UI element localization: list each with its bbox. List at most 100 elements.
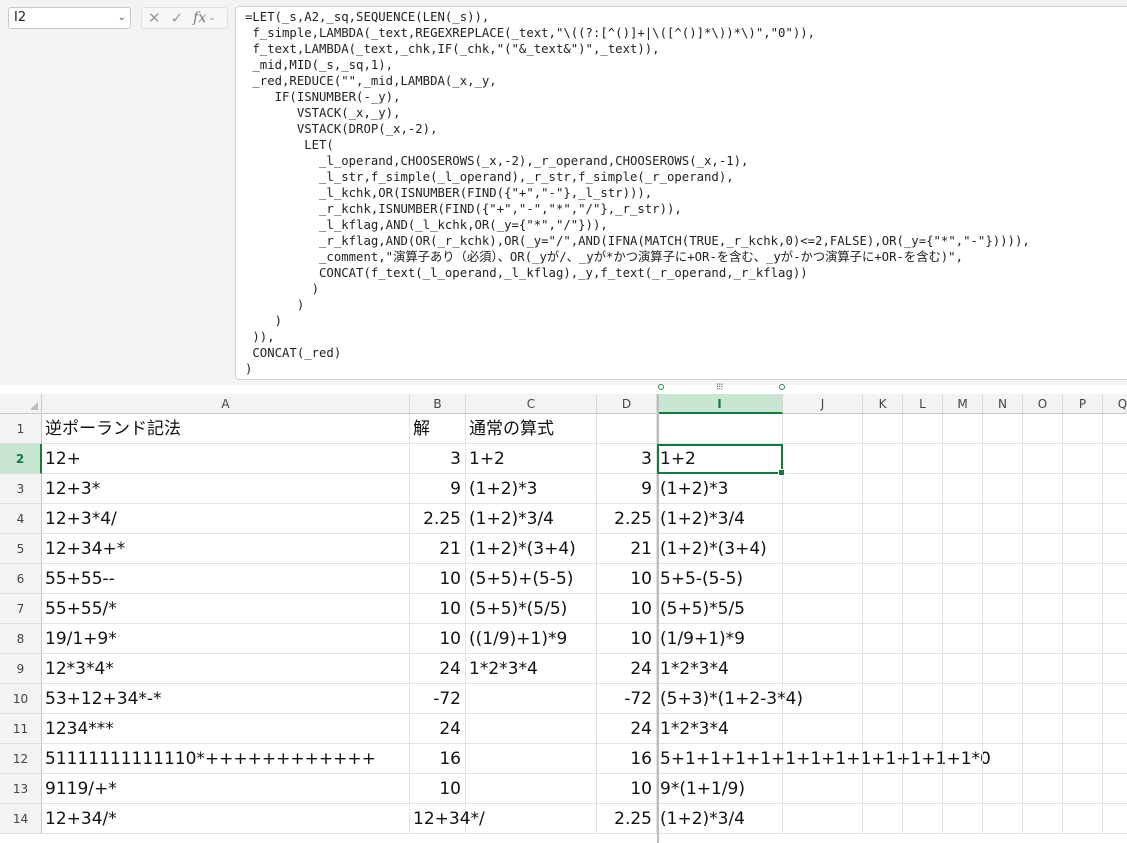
cell-o[interactable] — [1023, 444, 1063, 474]
cell-c[interactable] — [466, 714, 597, 744]
cell-l[interactable] — [903, 684, 943, 714]
cell-i[interactable]: (1+2)*(3+4) — [657, 534, 783, 564]
row-header[interactable]: 2 — [0, 444, 42, 474]
cell-i[interactable]: (1+2)*3/4 — [657, 804, 783, 834]
cell-l[interactable] — [903, 504, 943, 534]
cell-i[interactable]: (1/9+1)*9 — [657, 624, 783, 654]
cell-n[interactable] — [983, 414, 1023, 444]
cell-a[interactable]: 12+34+* — [42, 534, 410, 564]
cell-i[interactable]: (5+3)*(1+2-3*4) — [657, 684, 803, 714]
cell-o[interactable] — [1023, 684, 1063, 714]
cell-p[interactable] — [1063, 444, 1103, 474]
cell-m[interactable] — [943, 414, 983, 444]
cell-q[interactable] — [1103, 504, 1127, 534]
cell-d[interactable] — [597, 414, 657, 444]
cell-p[interactable] — [1063, 504, 1103, 534]
cell-b[interactable]: 12+34*/ — [410, 804, 485, 834]
column-header-c[interactable]: C — [466, 394, 597, 414]
cell-k[interactable] — [863, 414, 903, 444]
cell-j[interactable] — [783, 474, 863, 504]
cell-p[interactable] — [1063, 414, 1103, 444]
cell-o[interactable] — [1023, 504, 1063, 534]
cell-a[interactable]: 逆ポーランド記法 — [42, 414, 410, 444]
cell-i[interactable]: 5+5-(5-5) — [657, 564, 783, 594]
cell-l[interactable] — [903, 444, 943, 474]
drag-dots-icon[interactable]: ⁝⁝⁝ — [716, 382, 723, 393]
cell-m[interactable] — [943, 744, 983, 774]
cell-n[interactable] — [983, 564, 1023, 594]
column-header-b[interactable]: B — [410, 394, 466, 414]
cell-p[interactable] — [1063, 744, 1103, 774]
cell-b[interactable]: 24 — [410, 654, 466, 684]
cell-j[interactable] — [783, 774, 863, 804]
cell-k[interactable] — [863, 684, 903, 714]
cell-j[interactable] — [783, 714, 863, 744]
cell-n[interactable] — [983, 804, 1023, 834]
cell-j[interactable] — [783, 654, 863, 684]
cell-k[interactable] — [863, 744, 903, 774]
cell-m[interactable] — [943, 714, 983, 744]
chevron-down-icon[interactable]: ⌄ — [208, 13, 216, 23]
cell-d[interactable]: 2.25 — [597, 504, 657, 534]
cell-m[interactable] — [943, 564, 983, 594]
cell-a[interactable]: 9119/+* — [42, 774, 410, 804]
cell-o[interactable] — [1023, 474, 1063, 504]
cell-o[interactable] — [1023, 594, 1063, 624]
cell-d[interactable]: 24 — [597, 714, 657, 744]
cell-o[interactable] — [1023, 774, 1063, 804]
cell-k[interactable] — [863, 444, 903, 474]
cell-b[interactable]: -72 — [410, 684, 466, 714]
cell-i[interactable]: 1*2*3*4 — [657, 654, 783, 684]
cell-p[interactable] — [1063, 804, 1103, 834]
column-header-q[interactable]: Q — [1103, 394, 1127, 414]
cancel-icon[interactable]: ✕ — [148, 9, 161, 27]
cell-a[interactable]: 12+34/* — [42, 804, 410, 834]
cell-c[interactable] — [466, 804, 597, 834]
cell-l[interactable] — [903, 744, 943, 774]
cell-p[interactable] — [1063, 654, 1103, 684]
cell-n[interactable] — [983, 444, 1023, 474]
cell-a[interactable]: 12+3* — [42, 474, 410, 504]
cell-b[interactable]: 解 — [410, 414, 466, 444]
insert-function-icon[interactable]: fx — [193, 10, 206, 26]
row-header[interactable]: 11 — [0, 714, 42, 744]
row-header[interactable]: 3 — [0, 474, 42, 504]
cell-l[interactable] — [903, 474, 943, 504]
cell-m[interactable] — [943, 624, 983, 654]
column-header-i[interactable]: I — [657, 394, 783, 414]
cell-b[interactable]: 9 — [410, 474, 466, 504]
cell-m[interactable] — [943, 684, 983, 714]
column-header-k[interactable]: K — [863, 394, 903, 414]
cell-k[interactable] — [863, 474, 903, 504]
row-header[interactable]: 9 — [0, 654, 42, 684]
cell-c[interactable] — [466, 684, 597, 714]
cell-i[interactable]: 1*2*3*4 — [657, 714, 783, 744]
row-header[interactable]: 6 — [0, 564, 42, 594]
chevron-down-icon[interactable]: ⌄ — [118, 8, 126, 28]
cell-l[interactable] — [903, 804, 943, 834]
cell-c[interactable]: 1*2*3*4 — [466, 654, 597, 684]
cell-n[interactable] — [983, 774, 1023, 804]
cell-c[interactable] — [466, 744, 597, 774]
cell-c[interactable]: (1+2)*3/4 — [466, 504, 597, 534]
cell-k[interactable] — [863, 594, 903, 624]
cell-l[interactable] — [903, 414, 943, 444]
cell-a[interactable]: 1234*** — [42, 714, 410, 744]
cell-l[interactable] — [903, 654, 943, 684]
cell-l[interactable] — [903, 714, 943, 744]
cell-p[interactable] — [1063, 534, 1103, 564]
cell-m[interactable] — [943, 504, 983, 534]
cell-k[interactable] — [863, 564, 903, 594]
cell-a[interactable]: 55+55-- — [42, 564, 410, 594]
cell-i[interactable]: 1+2 — [657, 444, 783, 474]
resize-handle-right[interactable] — [779, 384, 785, 390]
cell-o[interactable] — [1023, 534, 1063, 564]
cell-a[interactable]: 12+ — [42, 444, 410, 474]
cell-i[interactable] — [657, 414, 783, 444]
cell-l[interactable] — [903, 624, 943, 654]
cell-n[interactable] — [983, 534, 1023, 564]
cell-m[interactable] — [943, 804, 983, 834]
cell-o[interactable] — [1023, 564, 1063, 594]
cell-c[interactable] — [466, 774, 597, 804]
formula-input[interactable]: =LET(_s,A2,_sq,SEQUENCE(LEN(_s)), f_simp… — [235, 6, 1127, 380]
